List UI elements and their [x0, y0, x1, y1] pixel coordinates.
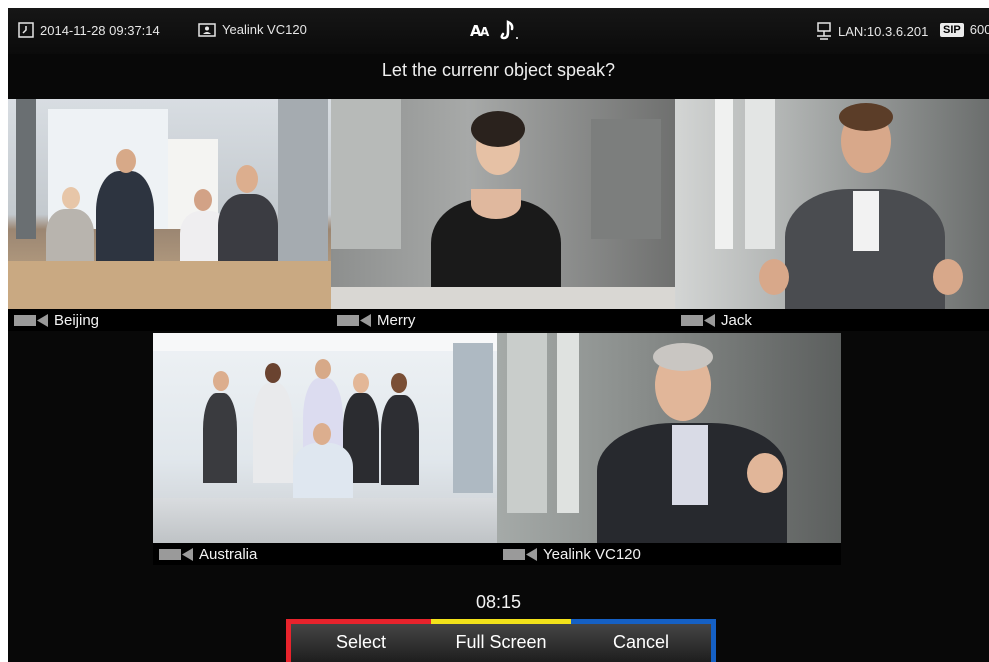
tile-label: Yealink VC120: [543, 545, 641, 563]
tile-label-bar: Merry: [331, 309, 675, 331]
font-size-icon: A A: [470, 22, 490, 39]
camera-icon: [159, 548, 193, 561]
video-feed-australia: [153, 333, 497, 543]
softkey-bar: Select Full Screen Cancel: [286, 619, 716, 662]
tile-label-bar: Australia: [153, 543, 497, 565]
softkey-color-bar: [571, 619, 711, 624]
speak-prompt: Let the currenr object speak?: [381, 60, 616, 80]
camera-icon: [681, 314, 715, 327]
network-address-text: LAN:10.3.6.201: [838, 23, 929, 39]
camera-icon: [14, 314, 48, 327]
softkey-color-bar: [291, 619, 431, 624]
softkey-color-bar: [431, 619, 571, 624]
video-feed-jack: [675, 99, 989, 309]
sip-group: SIP 6004: [940, 22, 989, 37]
video-tile-merry[interactable]: Merry: [331, 99, 675, 331]
datetime-group: 2014-11-28 09:37:14: [18, 22, 160, 38]
softkey-label: Full Screen: [455, 631, 547, 652]
call-timer: 08:15: [475, 592, 522, 612]
video-tile-jack[interactable]: Jack: [675, 99, 989, 331]
tile-label: Beijing: [54, 311, 100, 329]
camera-icon: [337, 314, 371, 327]
tile-label-bar: Jack: [675, 309, 989, 331]
video-tile-beijing[interactable]: Beijing: [8, 99, 331, 331]
network-group: LAN:10.3.6.201: [816, 22, 928, 40]
video-feed-merry: [331, 99, 675, 309]
conference-screen: 2014-11-28 09:37:14 Yealink VC120 A A LA…: [8, 8, 989, 662]
svg-text:A: A: [480, 25, 490, 39]
center-status-icons: A A: [470, 20, 528, 40]
clock-icon: [18, 22, 34, 38]
softkey-label: Select: [335, 631, 387, 652]
tile-label-bar: Yealink VC120: [497, 543, 841, 565]
tile-label: Australia: [199, 545, 258, 563]
device-name-text: Yealink VC120: [222, 22, 307, 37]
softkey-label: Cancel: [612, 631, 670, 652]
datetime-text: 2014-11-28 09:37:14: [40, 22, 160, 38]
video-tile-yealink-vc120[interactable]: Yealink VC120: [497, 333, 841, 565]
cancel-button[interactable]: Cancel: [571, 619, 716, 662]
lan-icon: [817, 22, 831, 40]
mute-speaker-icon: [500, 20, 518, 40]
status-bar: 2014-11-28 09:37:14 Yealink VC120 A A LA…: [8, 8, 989, 54]
camera-icon: [503, 548, 537, 561]
full-screen-button[interactable]: Full Screen: [431, 619, 571, 662]
tile-label: Jack: [721, 311, 752, 329]
select-button[interactable]: Select: [286, 619, 431, 662]
video-tile-australia[interactable]: Australia: [153, 333, 497, 565]
video-feed-yealink-vc120: [497, 333, 841, 543]
contact-card-icon: [198, 22, 216, 37]
sip-account-text: 6004: [969, 22, 989, 37]
tile-label-bar: Beijing: [8, 309, 331, 331]
sip-badge: SIP: [940, 22, 964, 37]
tile-label: Merry: [377, 311, 416, 329]
device-group: Yealink VC120: [198, 22, 307, 37]
video-feed-beijing: [8, 99, 331, 309]
